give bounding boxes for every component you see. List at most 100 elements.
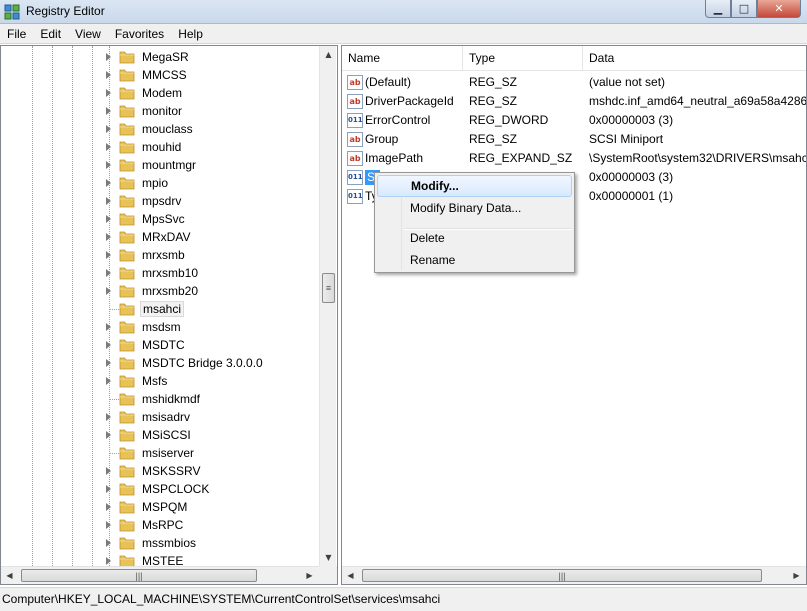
expand-arrow-icon[interactable] (106, 323, 111, 331)
tree-item[interactable]: Modem (1, 84, 319, 102)
menu-rename[interactable]: Rename (377, 249, 572, 271)
expand-arrow-icon[interactable] (106, 215, 111, 223)
expand-arrow-icon[interactable] (106, 359, 111, 367)
tree-hscroll-thumb[interactable]: ||| (21, 569, 257, 582)
value-name: (Default) (365, 75, 412, 89)
folder-icon (119, 536, 135, 550)
tree-item-label: mouclass (142, 122, 193, 136)
value-type: REG_SZ (469, 94, 518, 108)
tree-item[interactable]: MSiSCSI (1, 426, 319, 444)
close-button[interactable]: ✕ (757, 0, 801, 18)
tree-item[interactable]: msahci (1, 300, 319, 318)
tree-item[interactable]: mouhid (1, 138, 319, 156)
tree-item[interactable]: mssmbios (1, 534, 319, 552)
tree-item[interactable]: MegaSR (1, 48, 319, 66)
tree-item[interactable]: mrxsmb (1, 246, 319, 264)
expand-arrow-icon[interactable] (106, 539, 111, 547)
tree-item[interactable]: MSPQM (1, 498, 319, 516)
tree-item[interactable]: Msfs (1, 372, 319, 390)
column-type-header[interactable]: Type (463, 46, 583, 71)
menu-delete[interactable]: Delete (377, 227, 572, 249)
expand-arrow-icon[interactable] (106, 107, 111, 115)
expand-arrow-icon[interactable] (106, 89, 111, 97)
title-bar[interactable]: Registry Editor ▁ □ ✕ (0, 0, 807, 24)
value-row[interactable]: 011 ErrorControl REG_DWORD 0x00000003 (3) (342, 111, 806, 130)
menu-help[interactable]: Help (171, 24, 210, 44)
column-name-header[interactable]: Name (342, 46, 463, 71)
maximize-button[interactable]: □ (731, 0, 757, 18)
scroll-left-icon[interactable]: ◀ (342, 567, 359, 584)
tree-vertical-scrollbar[interactable]: ▲ ≡ ▼ (319, 46, 336, 566)
expand-arrow-icon[interactable] (106, 197, 111, 205)
column-data-header[interactable]: Data (583, 46, 806, 71)
expand-arrow-icon[interactable] (106, 251, 111, 259)
key-tree-pane: MegaSR MMCSS Modem monitor mouclass mouhid mou… (0, 45, 338, 585)
expand-arrow-icon[interactable] (106, 557, 111, 565)
tree-item[interactable]: mouclass (1, 120, 319, 138)
menu-view[interactable]: View (68, 24, 108, 44)
expand-arrow-icon[interactable] (106, 53, 111, 61)
value-row[interactable]: ab Group REG_SZ SCSI Miniport (342, 130, 806, 149)
tree-item[interactable]: mountmgr (1, 156, 319, 174)
tree-item[interactable]: MSKSSRV (1, 462, 319, 480)
value-row[interactable]: ab (Default) REG_SZ (value not set) (342, 73, 806, 92)
menu-favorites[interactable]: Favorites (108, 24, 171, 44)
list-horizontal-scrollbar[interactable]: ◀ ||| ▶ (342, 566, 806, 584)
tree-item[interactable]: MSDTC Bridge 3.0.0.0 (1, 354, 319, 372)
expand-arrow-icon[interactable] (106, 233, 111, 241)
folder-icon (119, 230, 135, 244)
tree-item[interactable]: MMCSS (1, 66, 319, 84)
tree-item[interactable]: MSDTC (1, 336, 319, 354)
tree-item[interactable]: mrxsmb10 (1, 264, 319, 282)
expand-arrow-icon[interactable] (106, 521, 111, 529)
tree-connector-line (109, 309, 119, 310)
tree-item[interactable]: mshidkmdf (1, 390, 319, 408)
expand-arrow-icon[interactable] (106, 71, 111, 79)
tree-item[interactable]: MsRPC (1, 516, 319, 534)
folder-icon (119, 104, 135, 118)
value-row[interactable]: ab DriverPackageId REG_SZ mshdc.inf_amd64_n… (342, 92, 806, 111)
expand-arrow-icon[interactable] (106, 467, 111, 475)
expand-arrow-icon[interactable] (106, 179, 111, 187)
value-row[interactable]: ab ImagePath REG_EXPAND_SZ \SystemRoot\syst… (342, 149, 806, 168)
menu-file[interactable]: File (0, 24, 33, 44)
menu-modify-binary[interactable]: Modify Binary Data... (377, 197, 572, 219)
expand-arrow-icon[interactable] (106, 413, 111, 421)
tree-item[interactable]: monitor (1, 102, 319, 120)
expand-arrow-icon[interactable] (106, 161, 111, 169)
tree-item[interactable]: msdsm (1, 318, 319, 336)
scroll-down-icon[interactable]: ▼ (320, 549, 337, 566)
expand-arrow-icon[interactable] (106, 431, 111, 439)
tree-item[interactable]: msiserver (1, 444, 319, 462)
tree-scroll-thumb[interactable]: ≡ (322, 273, 335, 303)
menu-modify[interactable]: Modify... (377, 175, 572, 197)
tree-item[interactable]: MSTEE (1, 552, 319, 566)
key-tree[interactable]: MegaSR MMCSS Modem monitor mouclass mouhid mou… (1, 46, 319, 566)
tree-item[interactable]: mrxsmb20 (1, 282, 319, 300)
tree-item[interactable]: MpsSvc (1, 210, 319, 228)
tree-item[interactable]: mpsdrv (1, 192, 319, 210)
tree-item[interactable]: MSPCLOCK (1, 480, 319, 498)
expand-arrow-icon[interactable] (106, 125, 111, 133)
list-hscroll-thumb[interactable]: ||| (362, 569, 762, 582)
expand-arrow-icon[interactable] (106, 269, 111, 277)
tree-item[interactable]: msisadrv (1, 408, 319, 426)
expand-arrow-icon[interactable] (106, 287, 111, 295)
minimize-icon: ▁ (713, 2, 723, 15)
scroll-up-icon[interactable]: ▲ (320, 46, 337, 63)
expand-arrow-icon[interactable] (106, 341, 111, 349)
minimize-button[interactable]: ▁ (705, 0, 731, 18)
tree-item-label: mountmgr (142, 158, 197, 172)
scroll-left-icon[interactable]: ◀ (1, 567, 18, 584)
menu-edit[interactable]: Edit (33, 24, 68, 44)
expand-arrow-icon[interactable] (106, 143, 111, 151)
expand-arrow-icon[interactable] (106, 503, 111, 511)
expand-arrow-icon[interactable] (106, 485, 111, 493)
scroll-right-icon[interactable]: ▶ (301, 567, 318, 584)
tree-horizontal-scrollbar[interactable]: ◀ ||| ▶ (1, 566, 319, 584)
string-value-icon: ab (347, 132, 363, 147)
tree-item[interactable]: mpio (1, 174, 319, 192)
expand-arrow-icon[interactable] (106, 377, 111, 385)
scroll-right-icon[interactable]: ▶ (788, 567, 805, 584)
tree-item[interactable]: MRxDAV (1, 228, 319, 246)
